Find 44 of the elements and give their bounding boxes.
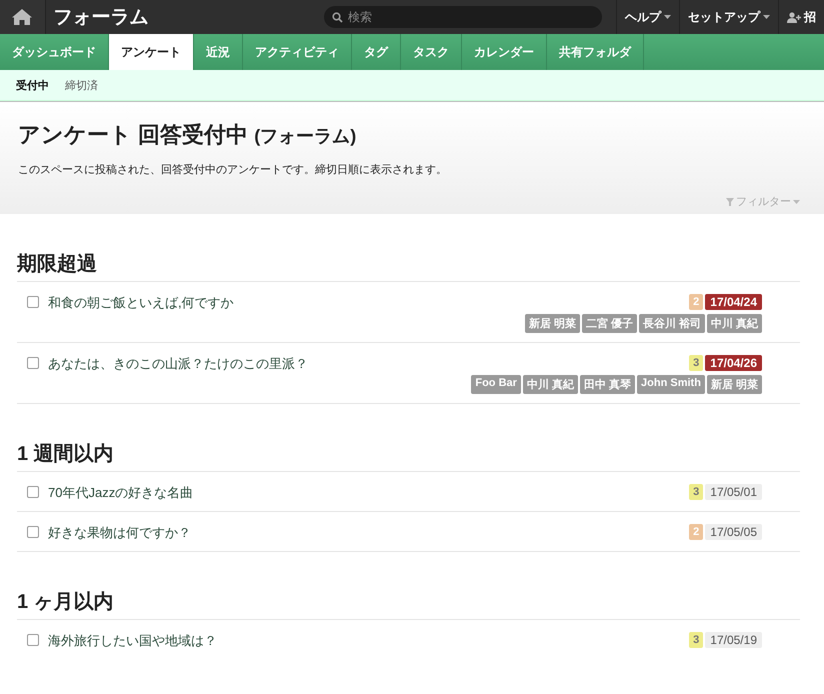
caret-icon bbox=[793, 200, 800, 204]
checkbox[interactable] bbox=[27, 486, 39, 498]
person-tag: 田中 真琴 bbox=[580, 375, 636, 394]
home-button[interactable] bbox=[0, 0, 46, 34]
person-tag: 新居 明菜 bbox=[524, 314, 580, 333]
sub-tab[interactable]: 受付中 bbox=[8, 78, 57, 92]
checkbox[interactable] bbox=[27, 526, 39, 538]
home-icon bbox=[11, 8, 34, 26]
person-tag: 中川 真紀 bbox=[706, 314, 762, 333]
answer-count: 2 bbox=[689, 524, 704, 540]
section-heading: 1 ヶ月以内 bbox=[17, 588, 800, 620]
due-date: 17/05/01 bbox=[705, 484, 762, 500]
person-tag: John Smith bbox=[637, 375, 705, 394]
due-date: 17/04/26 bbox=[705, 355, 762, 371]
funnel-icon bbox=[726, 198, 734, 206]
answer-count: 3 bbox=[689, 632, 704, 648]
section-heading: 期限超過 bbox=[17, 250, 800, 282]
answer-count: 3 bbox=[689, 355, 704, 371]
checkbox[interactable] bbox=[27, 296, 39, 308]
survey-link[interactable]: 和食の朝ご飯といえば,何ですか bbox=[48, 294, 234, 312]
nav-tab[interactable]: アンケート bbox=[109, 34, 194, 70]
survey-link[interactable]: 70年代Jazzの好きな名曲 bbox=[48, 484, 194, 502]
due-date: 17/05/05 bbox=[705, 524, 762, 540]
person-tag: 中川 真紀 bbox=[522, 375, 578, 394]
person-tag: 長谷川 裕司 bbox=[638, 314, 705, 333]
checkbox[interactable] bbox=[27, 634, 39, 646]
search-field[interactable]: 検索 bbox=[324, 6, 602, 28]
survey-link[interactable]: 好きな果物は何ですか？ bbox=[48, 524, 191, 542]
due-date: 17/04/24 bbox=[705, 294, 762, 310]
answer-count: 2 bbox=[689, 294, 704, 310]
survey-link[interactable]: あなたは、きのこの山派？たけのこの里派？ bbox=[48, 355, 308, 373]
answer-count: 3 bbox=[689, 484, 704, 500]
checkbox[interactable] bbox=[27, 357, 39, 369]
due-date: 17/05/19 bbox=[705, 632, 762, 648]
description: このスペースに投稿された、回答受付中のアンケートです。締切日順に表示されます。 bbox=[18, 162, 448, 177]
app-title: フォーラム bbox=[52, 6, 150, 30]
sub-tab[interactable]: 締切済 bbox=[57, 78, 106, 92]
person-tag: 新居 明菜 bbox=[706, 375, 762, 394]
person-tag: 二宮 優子 bbox=[582, 314, 637, 333]
survey-link[interactable]: 海外旅行したい国や地域は？ bbox=[48, 632, 217, 650]
person-tag: Foo Bar bbox=[471, 375, 521, 394]
page-title: アンケート 回答受付中 (フォーラム) bbox=[18, 121, 358, 149]
section-heading: 1 週間以内 bbox=[17, 440, 800, 472]
user-add-icon bbox=[787, 12, 801, 22]
